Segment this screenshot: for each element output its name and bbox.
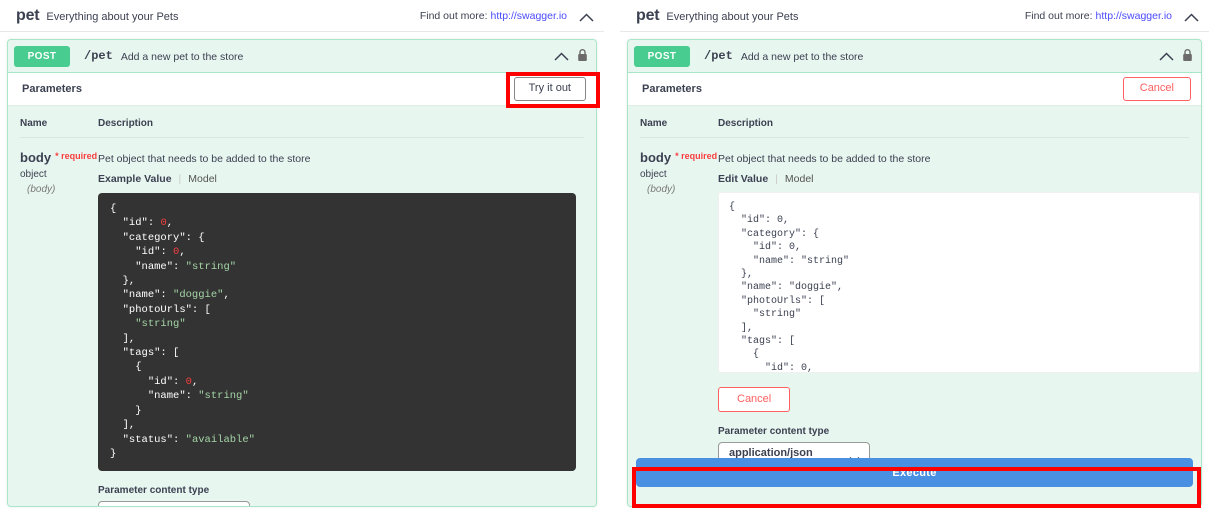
lock-icon[interactable] [577, 48, 588, 67]
column-header-description: Description [98, 118, 154, 129]
tab-edit-value[interactable]: Edit Value [718, 173, 768, 185]
tag-header-left: pet Everything about your Pets Find out … [0, 0, 604, 32]
execute-button[interactable]: Execute [636, 458, 1193, 487]
tab-separator: | [775, 173, 778, 185]
operation-path: /pet [84, 49, 113, 63]
value-model-tabs: Edit Value | Model [718, 173, 1200, 185]
find-out-more: Find out more: http://swagger.io [1025, 10, 1172, 22]
required-star: * [675, 151, 679, 161]
required-label: required [681, 151, 718, 161]
parameters-body: Name Description body * required object … [628, 106, 1201, 505]
opblock-collapse-chevron-up-icon[interactable] [554, 48, 569, 66]
find-out-more: Find out more: http://swagger.io [420, 10, 567, 22]
opblock-post-pet: POST /pet Add a new pet to the store Par… [627, 39, 1202, 507]
opblock-post-pet: POST /pet Add a new pet to the store Par… [7, 39, 597, 507]
opblock-collapse-chevron-up-icon[interactable] [1159, 48, 1174, 66]
required-badge: * required [55, 151, 97, 161]
required-badge: * required [675, 151, 717, 161]
resize-handle-icon[interactable] [1188, 361, 1196, 369]
parameters-bar: Parameters Try it out [8, 73, 596, 106]
parameters-bar: Parameters Cancel [628, 73, 1201, 106]
parameters-title: Parameters [642, 83, 702, 95]
example-value-code-block: { "id": 0, "category": { "id": 0, "name"… [98, 193, 576, 472]
column-header-description: Description [718, 118, 774, 129]
swagger-io-link[interactable]: http://swagger.io [1096, 10, 1172, 22]
screenshot-stage: pet Everything about your Pets Find out … [0, 0, 1209, 513]
tab-separator: | [178, 173, 182, 185]
parameter-description-cell: Pet object that needs to be added to the… [98, 150, 584, 472]
swagger-panel-before-try-it-out: pet Everything about your Pets Find out … [0, 0, 604, 513]
required-star: * [55, 151, 59, 161]
tab-model[interactable]: Model [785, 173, 814, 185]
table-row: body * required object (body) Pet object… [20, 138, 584, 472]
parameter-description-cell: Pet object that needs to be added to the… [718, 150, 1200, 466]
http-method-badge: POST [634, 45, 690, 67]
swagger-io-link[interactable]: http://swagger.io [491, 10, 567, 22]
cancel-button-inline[interactable]: Cancel [718, 387, 791, 413]
parameters-body: Name Description body * required object … [8, 106, 596, 507]
content-type-select[interactable]: application/json [98, 501, 250, 507]
parameters-title: Parameters [22, 83, 82, 95]
parameters-table-header: Name Description [20, 106, 584, 138]
parameter-location: (body) [647, 184, 676, 195]
lock-icon[interactable] [1182, 48, 1193, 67]
http-method-badge: POST [14, 45, 70, 67]
cancel-button-top[interactable]: Cancel [1122, 77, 1191, 101]
column-header-name: Name [640, 118, 668, 129]
parameter-name-cell: body * required object (body) [640, 150, 718, 465]
content-type-label: Parameter content type [98, 485, 210, 497]
try-it-out-button[interactable]: Try it out [513, 77, 586, 101]
content-type-group-left: Parameter content type application/json [98, 485, 596, 507]
parameter-location: (body) [27, 184, 56, 195]
content-type-label: Parameter content type [718, 426, 830, 438]
parameters-table-header: Name Description [640, 106, 1189, 138]
edit-value-text: { "id": 0, "category": { "id": 0, "name"… [729, 202, 850, 373]
parameter-name: body * required [20, 150, 98, 165]
parameter-name-text: body [20, 150, 52, 165]
tag-name: pet [636, 6, 660, 24]
operation-summary: Add a new pet to the store [740, 51, 864, 63]
tag-description: Everything about your Pets [666, 10, 799, 23]
edit-value-textarea[interactable]: { "id": 0, "category": { "id": 0, "name"… [718, 192, 1200, 373]
tag-header-right: pet Everything about your Pets Find out … [620, 0, 1209, 32]
table-row: body * required object (body) Pet object… [640, 138, 1200, 466]
value-model-tabs: Example Value | Model [98, 173, 584, 185]
parameter-name-text: body [640, 150, 672, 165]
opblock-summary[interactable]: POST /pet Add a new pet to the store [628, 40, 1201, 73]
opblock-summary[interactable]: POST /pet Add a new pet to the store [8, 40, 596, 73]
tab-example-value[interactable]: Example Value [98, 173, 172, 185]
column-header-name: Name [20, 118, 48, 129]
swagger-panel-after-try-it-out: pet Everything about your Pets Find out … [620, 0, 1209, 513]
find-out-more-label: Find out more: [1024, 9, 1093, 22]
parameter-type: object [640, 169, 667, 180]
operation-path: /pet [704, 49, 733, 63]
content-type-value: application/json [109, 506, 193, 507]
find-out-more-label: Find out more: [419, 9, 488, 22]
tag-name: pet [16, 6, 40, 24]
tag-collapse-chevron-up-icon[interactable] [579, 13, 594, 22]
operation-summary: Add a new pet to the store [120, 51, 244, 63]
parameter-description: Pet object that needs to be added to the… [98, 153, 311, 165]
parameter-type: object [20, 169, 47, 180]
tag-description: Everything about your Pets [46, 10, 179, 23]
tab-model[interactable]: Model [188, 173, 217, 185]
parameter-description: Pet object that needs to be added to the… [718, 153, 931, 165]
required-label: required [61, 151, 98, 161]
parameter-name-cell: body * required object (body) [20, 150, 98, 471]
execute-wrap: Execute [636, 458, 1193, 487]
parameter-name: body * required [640, 150, 718, 165]
tag-collapse-chevron-up-icon[interactable] [1184, 13, 1199, 22]
